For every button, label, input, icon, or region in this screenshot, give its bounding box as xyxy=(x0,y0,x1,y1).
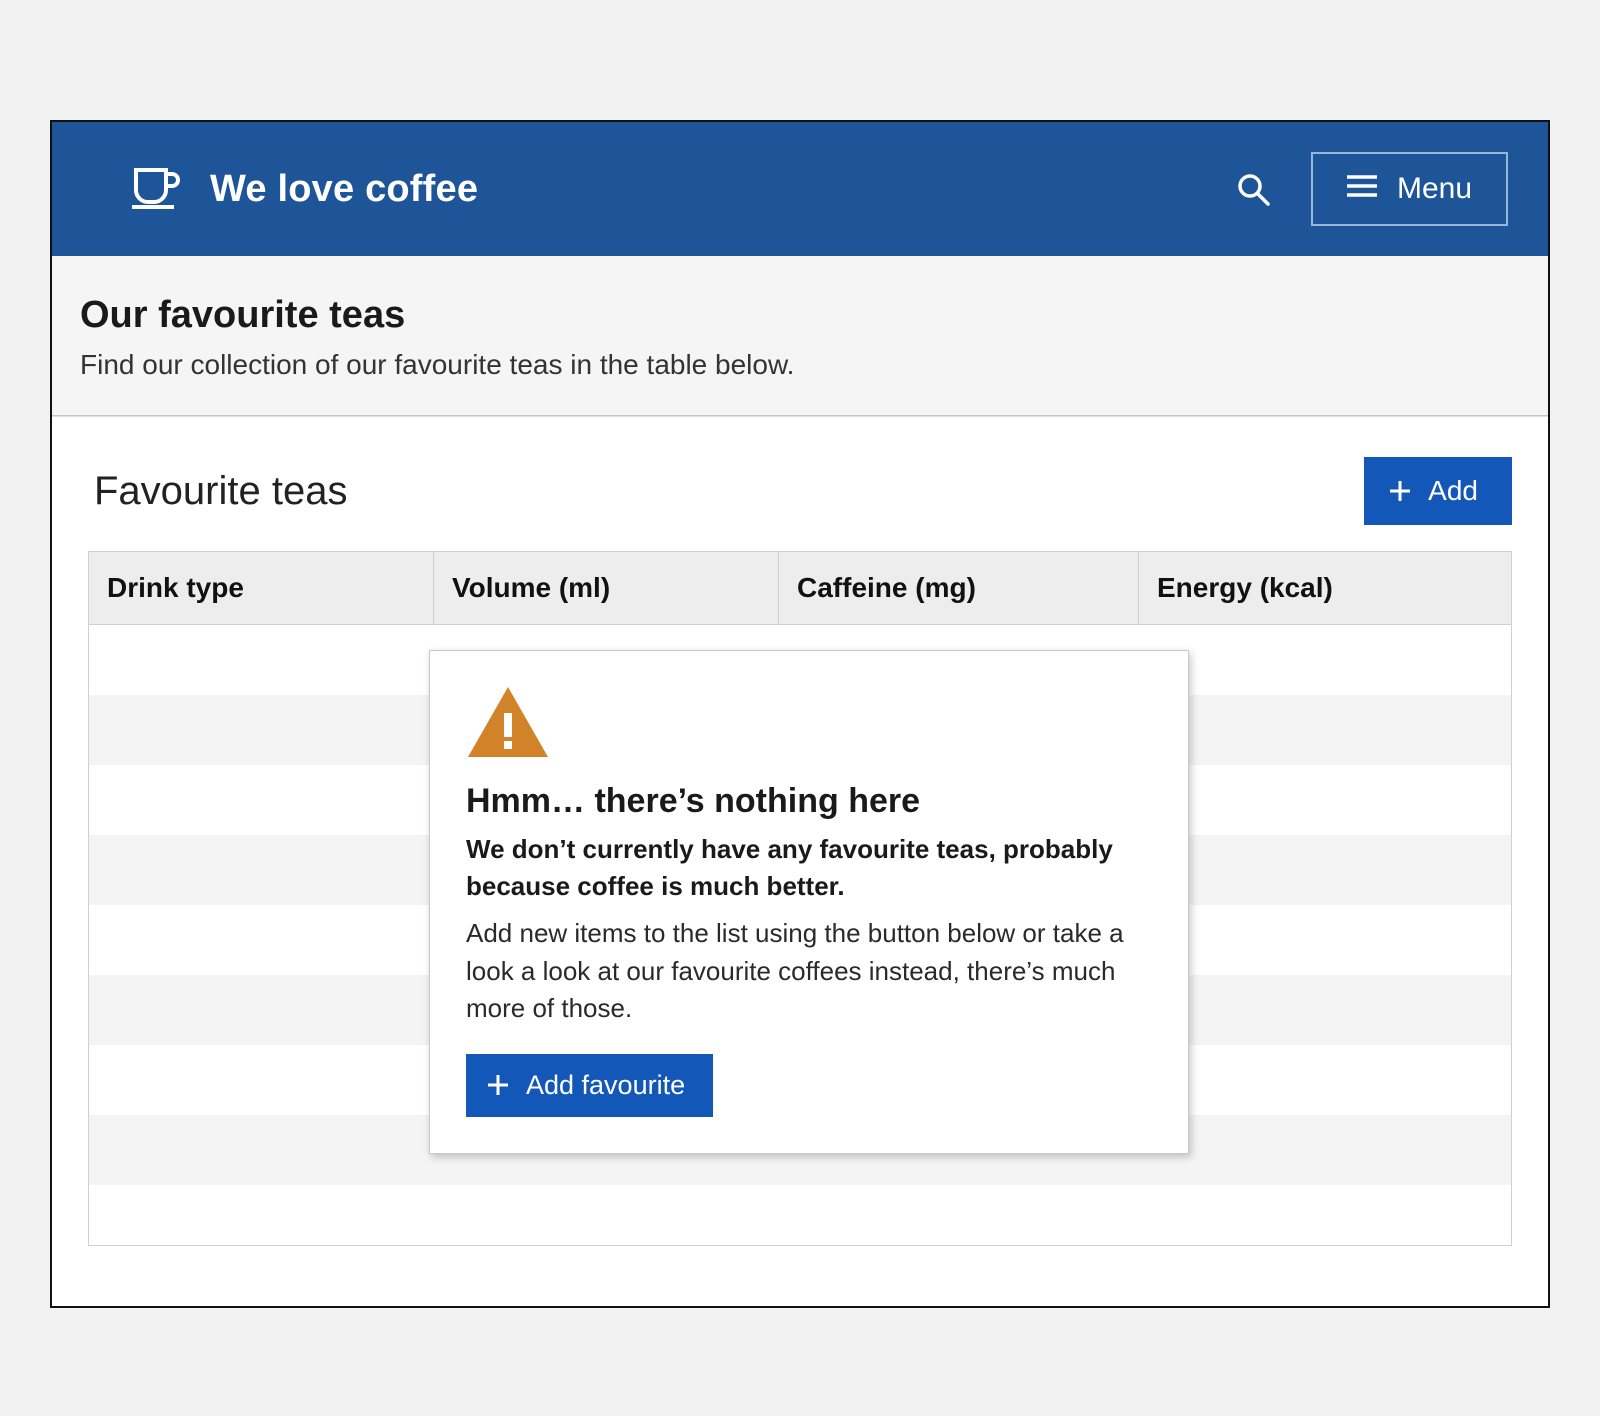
menu-button[interactable]: Menu xyxy=(1311,152,1508,226)
page-title: Our favourite teas xyxy=(80,294,1520,337)
card-title: Favourite teas xyxy=(94,469,347,514)
favourite-teas-card: Favourite teas Add Drink type Volume (ml… xyxy=(52,416,1548,1306)
brand-title: We love coffee xyxy=(210,168,478,211)
teas-table: Drink type Volume (ml) Caffeine (mg) Ene… xyxy=(88,551,1512,1246)
app-window: We love coffee xyxy=(50,120,1550,1308)
plus-icon xyxy=(486,1073,510,1097)
plus-icon xyxy=(1388,479,1412,503)
column-header-caffeine[interactable]: Caffeine (mg) xyxy=(779,552,1139,624)
column-header-energy[interactable]: Energy (kcal) xyxy=(1139,552,1511,624)
menu-button-label: Menu xyxy=(1397,172,1472,206)
topbar: We love coffee xyxy=(52,122,1548,256)
warning-icon xyxy=(466,685,1152,764)
empty-state-popover: Hmm… there’s nothing here We don’t curre… xyxy=(429,650,1189,1154)
page-subtitle: Find our collection of our favourite tea… xyxy=(80,349,1520,381)
search-icon[interactable] xyxy=(1235,171,1271,207)
brand: We love coffee xyxy=(132,164,1215,215)
add-button[interactable]: Add xyxy=(1364,457,1512,525)
coffee-cup-icon xyxy=(132,164,182,215)
table-header-row: Drink type Volume (ml) Caffeine (mg) Ene… xyxy=(89,552,1511,625)
add-favourite-button-label: Add favourite xyxy=(526,1070,685,1101)
page-header: Our favourite teas Find our collection o… xyxy=(52,256,1548,416)
column-header-drink-type[interactable]: Drink type xyxy=(89,552,434,624)
empty-state-title: Hmm… there’s nothing here xyxy=(466,782,1152,821)
column-header-volume[interactable]: Volume (ml) xyxy=(434,552,779,624)
empty-state-subtitle: We don’t currently have any favourite te… xyxy=(466,831,1152,905)
hamburger-icon xyxy=(1347,172,1377,206)
add-favourite-button[interactable]: Add favourite xyxy=(466,1054,713,1117)
add-button-label: Add xyxy=(1428,475,1478,507)
empty-state-body: Add new items to the list using the butt… xyxy=(466,915,1152,1028)
